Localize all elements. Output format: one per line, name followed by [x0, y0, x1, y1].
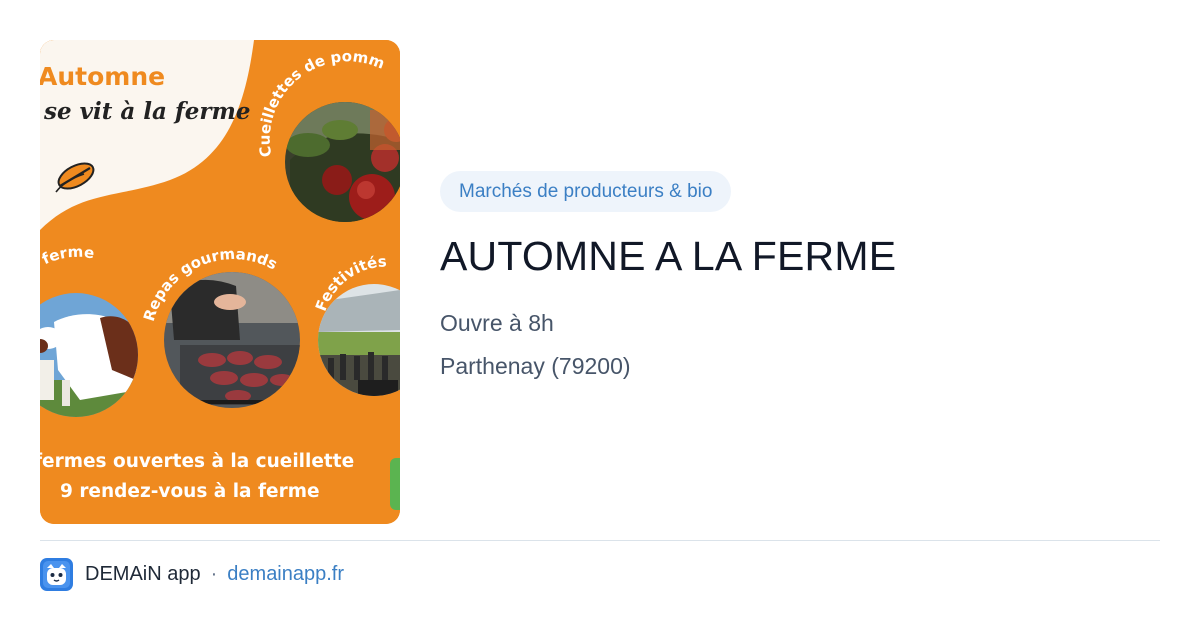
event-location: Parthenay (79200) — [440, 353, 631, 379]
app-name: DEMAiN app — [85, 563, 201, 585]
opening-hours: Ouvre à 8h — [440, 310, 554, 336]
poster-line-1: fermes ouvertes à la cueillette — [40, 451, 355, 472]
link-preview-footer[interactable]: DEMAiN app · demainapp.fr — [40, 558, 344, 591]
poster-badge-shape — [390, 458, 400, 510]
demain-app-logo-icon — [40, 558, 73, 591]
poster-title: Automne — [40, 62, 166, 91]
site-domain-link[interactable]: demainapp.fr — [227, 563, 344, 586]
poster-line-2: 9 rendez-vous à la ferme — [60, 481, 320, 502]
poster-subtitle: se vit à la ferme — [44, 98, 251, 125]
event-title[interactable]: AUTOMNE A LA FERME — [440, 232, 896, 280]
footer-divider — [40, 540, 1160, 541]
category-badge[interactable]: Marchés de producteurs & bio — [440, 171, 732, 212]
event-poster-image[interactable]: Cueillettes de pomm la ferme Repas gourm… — [40, 40, 400, 524]
footer-separator: · — [210, 563, 218, 585]
